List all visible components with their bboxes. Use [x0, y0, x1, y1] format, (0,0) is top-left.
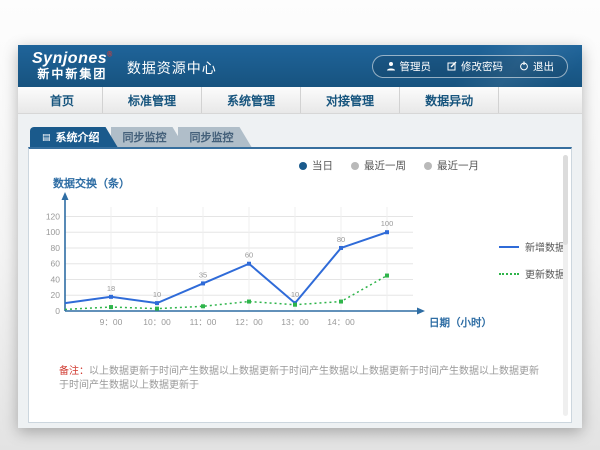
legend-updated-data-label: 更新数据: [525, 266, 565, 281]
nav-item-system-mgmt[interactable]: 系统管理: [202, 87, 301, 113]
time-range-filter: 当日 最近一周 最近一月: [299, 158, 479, 173]
content-area: ▤ 系统介绍 同步监控 同步监控 当日 最近一周: [18, 114, 582, 423]
svg-text:13：00: 13：00: [281, 317, 309, 327]
svg-text:10：00: 10：00: [143, 317, 171, 327]
svg-text:20: 20: [51, 290, 61, 300]
note-prefix: 备注：: [59, 366, 89, 377]
page-title: 数据资源中心: [127, 58, 217, 78]
svg-text:120: 120: [46, 211, 60, 221]
svg-text:日期（小时）: 日期（小时）: [429, 316, 492, 329]
nav-item-interface-mgmt[interactable]: 对接管理: [301, 87, 400, 113]
tab-sync-monitor-1[interactable]: 同步监控: [111, 127, 185, 147]
legend-updated-data: 更新数据: [499, 266, 569, 281]
tab-system-intro-label: 系统介绍: [56, 129, 100, 145]
logo-text-en: Synjones®: [32, 51, 113, 68]
radio-selected-icon: [299, 162, 307, 170]
svg-text:60: 60: [51, 259, 61, 269]
svg-text:80: 80: [337, 235, 345, 244]
legend-new-data: 新增数据: [499, 239, 569, 254]
scrollbar-thumb[interactable]: [563, 155, 568, 245]
tab-sync-monitor-2[interactable]: 同步监控: [178, 127, 252, 147]
filter-today[interactable]: 当日: [299, 158, 333, 173]
change-password-label: 修改密码: [461, 59, 503, 74]
svg-text:35: 35: [199, 270, 207, 279]
filter-last-month[interactable]: 最近一月: [424, 158, 479, 173]
change-password-button[interactable]: 修改密码: [447, 59, 503, 74]
svg-text:60: 60: [245, 251, 253, 260]
company-logo: Synjones® 新中新集团: [32, 51, 113, 80]
filter-last-month-label: 最近一月: [437, 158, 479, 173]
radio-unselected-icon: [351, 162, 359, 170]
filter-last-week[interactable]: 最近一周: [351, 158, 406, 173]
document-icon: ▤: [42, 133, 51, 142]
svg-text:11：00: 11：00: [190, 317, 217, 327]
nav-item-home[interactable]: 首页: [22, 87, 103, 113]
footer-note: 备注：以上数据更新于时间产生数据以上数据更新于时间产生数据以上数据更新于时间产生…: [59, 365, 547, 393]
filter-last-week-label: 最近一周: [364, 158, 406, 173]
line-chart: 0 20 40 60 80 100 120 9：00 10：00 11：00 12：00 13：00 1…: [29, 191, 499, 349]
power-icon: [519, 61, 529, 71]
main-nav: 首页 标准管理 系统管理 对接管理 数据异动: [18, 87, 582, 114]
svg-text:80: 80: [51, 243, 61, 253]
logout-label: 退出: [533, 59, 554, 74]
solid-line-icon: [499, 246, 519, 248]
svg-text:100: 100: [381, 219, 394, 228]
chart-panel: 当日 最近一周 最近一月 数据交换（条） 0 20 40 60 80 100 120 9：00…: [28, 147, 572, 423]
svg-text:14：00: 14：00: [327, 317, 355, 327]
logout-button[interactable]: 退出: [519, 59, 554, 74]
radio-unselected-icon: [424, 162, 432, 170]
admin-user-label: 管理员: [400, 59, 432, 74]
app-header: Synjones® 新中新集团 数据资源中心 管理员 修改密码 退出: [18, 45, 582, 87]
legend-new-data-label: 新增数据: [525, 239, 565, 254]
dotted-line-icon: [499, 273, 519, 275]
tab-system-intro[interactable]: ▤ 系统介绍: [30, 127, 118, 147]
svg-text:10: 10: [153, 290, 161, 299]
series-legend: 新增数据 更新数据: [499, 239, 569, 281]
user-icon: [386, 61, 396, 71]
svg-text:10: 10: [291, 290, 299, 299]
note-text: 以上数据更新于时间产生数据以上数据更新于时间产生数据以上数据更新于时间产生数据以…: [59, 366, 539, 391]
tab-bar: ▤ 系统介绍 同步监控 同步监控: [30, 127, 582, 147]
chart-row: 0 20 40 60 80 100 120 9：00 10：00 11：00 12：00 13：00 1…: [29, 191, 571, 349]
svg-text:9：00: 9：00: [100, 317, 123, 327]
svg-text:0: 0: [55, 306, 60, 316]
registered-mark: ®: [107, 52, 113, 59]
nav-item-standard-mgmt[interactable]: 标准管理: [103, 87, 202, 113]
svg-text:100: 100: [46, 227, 60, 237]
nav-item-data-change[interactable]: 数据异动: [400, 87, 499, 113]
tab-sync-monitor-2-label: 同步监控: [190, 129, 234, 145]
svg-text:18: 18: [107, 284, 115, 293]
app-window: Synjones® 新中新集团 数据资源中心 管理员 修改密码 退出 首页 标准…: [18, 45, 582, 428]
svg-text:40: 40: [51, 274, 61, 284]
admin-user-button[interactable]: 管理员: [386, 59, 432, 74]
user-toolbar: 管理员 修改密码 退出: [372, 55, 569, 78]
tab-sync-monitor-1-label: 同步监控: [123, 129, 167, 145]
edit-icon: [447, 61, 457, 71]
svg-text:12：00: 12：00: [235, 317, 263, 327]
filter-today-label: 当日: [312, 158, 333, 173]
logo-text-cn: 新中新集团: [32, 68, 113, 81]
y-axis-title: 数据交换（条）: [53, 175, 571, 191]
